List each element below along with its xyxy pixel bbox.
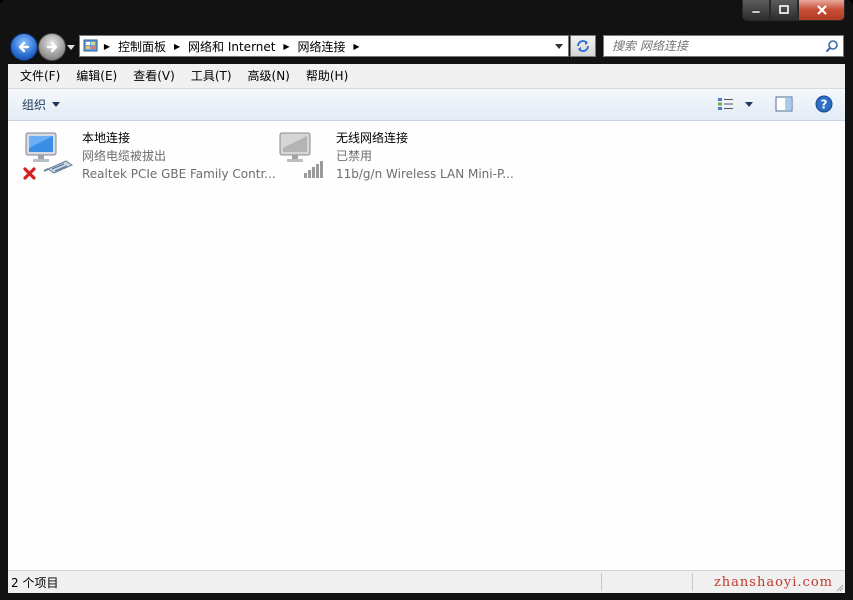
minimize-icon (751, 10, 761, 14)
connection-device: 11b/g/n Wireless LAN Mini-P... (336, 167, 514, 181)
address-bar[interactable]: ▶ 控制面板 ▶ 网络和 Internet ▶ 网络连接 ▶ (79, 35, 569, 57)
breadcrumb-control-panel[interactable]: 控制面板 (114, 38, 170, 55)
connection-item-local[interactable]: 本地连接 网络电缆被拔出 Realtek PCIe GBE Family Con… (22, 129, 276, 185)
wireless-network-disabled-icon (276, 129, 330, 185)
maximize-icon (779, 5, 789, 14)
address-dropdown[interactable] (549, 37, 568, 55)
file-list-view[interactable]: 本地连接 网络电缆被拔出 Realtek PCIe GBE Family Con… (8, 121, 845, 570)
breadcrumb-arrow-icon[interactable]: ▶ (279, 42, 293, 51)
minimize-button[interactable] (742, 0, 770, 21)
maximize-button[interactable] (770, 0, 798, 21)
connection-name: 无线网络连接 (336, 131, 409, 145)
connection-status: 网络电缆被拔出 (82, 149, 167, 163)
preview-pane-icon (775, 96, 793, 112)
forward-button[interactable] (38, 33, 66, 61)
view-options-dropdown[interactable] (743, 94, 755, 114)
caption-buttons (742, 0, 845, 21)
forward-arrow-icon (46, 41, 58, 53)
menu-file[interactable]: 文件(F) (12, 64, 68, 88)
help-icon: ? (815, 95, 833, 113)
chevron-down-icon (52, 102, 61, 107)
help-button[interactable]: ? (813, 94, 835, 114)
status-divider (692, 573, 693, 591)
status-bar: 2 个项目 zhanshaoyi.com (8, 570, 845, 593)
control-panel-icon (82, 37, 100, 55)
chevron-down-icon (555, 43, 563, 49)
breadcrumb-network-internet[interactable]: 网络和 Internet (184, 38, 279, 55)
connection-name: 本地连接 (82, 131, 131, 145)
title-bar[interactable]: ▶ 控制面板 ▶ 网络和 Internet ▶ 网络连接 ▶ (0, 0, 853, 64)
menu-help[interactable]: 帮助(H) (298, 64, 356, 88)
preview-pane-button[interactable] (773, 94, 795, 114)
chevron-down-icon (745, 101, 753, 107)
explorer-body: 文件(F) 编辑(E) 查看(V) 工具(T) 高级(N) 帮助(H) 组织 ?… (8, 64, 845, 593)
connection-device: Realtek PCIe GBE Family Contr... (82, 167, 276, 181)
breadcrumb-network-connections[interactable]: 网络连接 (293, 38, 349, 55)
back-button[interactable] (10, 33, 38, 61)
breadcrumb-arrow-icon[interactable]: ▶ (350, 42, 364, 51)
svg-text:?: ? (821, 98, 828, 112)
toolbar-right: ? (715, 94, 835, 114)
menu-tools[interactable]: 工具(T) (183, 64, 240, 88)
connection-status: 已禁用 (336, 149, 373, 163)
status-divider (601, 573, 602, 591)
resize-grip-icon[interactable] (834, 582, 844, 592)
connection-item-wireless[interactable]: 无线网络连接 已禁用 11b/g/n Wireless LAN Mini-P..… (276, 129, 514, 185)
refresh-button[interactable] (570, 35, 596, 57)
wired-network-disconnected-icon (22, 129, 76, 185)
organize-label: 组织 (22, 98, 47, 112)
connection-text: 本地连接 网络电缆被拔出 Realtek PCIe GBE Family Con… (82, 129, 276, 185)
menu-advanced[interactable]: 高级(N) (240, 64, 298, 88)
item-count: 2 个项目 (11, 575, 59, 590)
watermark-text: zhanshaoyi.com (713, 575, 833, 590)
breadcrumb-arrow-icon[interactable]: ▶ (170, 42, 184, 51)
search-icon[interactable] (821, 37, 843, 55)
change-view-button[interactable] (715, 94, 737, 114)
command-bar: 组织 ? (8, 89, 845, 121)
menu-bar: 文件(F) 编辑(E) 查看(V) 工具(T) 高级(N) 帮助(H) (8, 64, 845, 89)
chevron-down-icon (67, 44, 75, 50)
search-input[interactable] (604, 38, 821, 54)
close-icon (816, 5, 827, 15)
connection-text: 无线网络连接 已禁用 11b/g/n Wireless LAN Mini-P..… (336, 129, 514, 185)
refresh-icon (577, 40, 589, 52)
explorer-window: ▶ 控制面板 ▶ 网络和 Internet ▶ 网络连接 ▶ 文件(F) 编辑(… (0, 0, 853, 600)
menu-view[interactable]: 查看(V) (125, 64, 183, 88)
breadcrumb-arrow-icon[interactable]: ▶ (100, 42, 114, 51)
recent-pages-dropdown[interactable] (66, 42, 76, 52)
search-box[interactable] (603, 35, 844, 57)
organize-button[interactable]: 组织 (22, 96, 61, 113)
close-button[interactable] (798, 0, 845, 21)
menu-edit[interactable]: 编辑(E) (68, 64, 125, 88)
back-arrow-icon (18, 41, 30, 53)
view-details-icon (718, 98, 733, 110)
